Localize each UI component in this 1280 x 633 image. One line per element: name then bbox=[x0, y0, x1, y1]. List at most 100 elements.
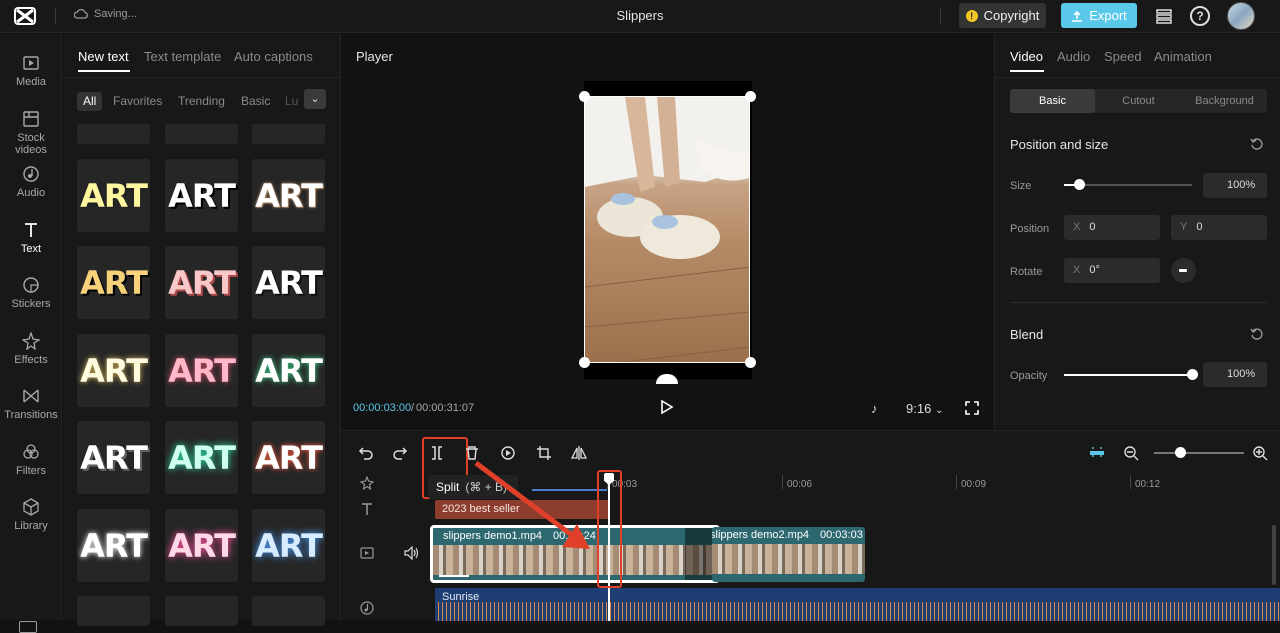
reset-icon[interactable] bbox=[1250, 137, 1264, 151]
size-field[interactable]: 100% bbox=[1203, 173, 1267, 198]
opacity-slider-knob[interactable] bbox=[1187, 369, 1198, 380]
tab-new-text[interactable]: New text bbox=[78, 49, 129, 64]
zoom-in-icon[interactable] bbox=[1252, 445, 1268, 461]
text-card[interactable]: ART bbox=[252, 246, 325, 319]
nav-label: Media bbox=[16, 76, 46, 88]
nav-text[interactable]: Text bbox=[0, 221, 62, 271]
tab-video[interactable]: Video bbox=[1010, 49, 1043, 64]
segment-control: Basic Cutout Background bbox=[1010, 89, 1267, 113]
aspect-ratio-select[interactable]: 9:16 ⌄ bbox=[906, 401, 943, 416]
tab-auto-captions[interactable]: Auto captions bbox=[234, 49, 313, 64]
zoom-out-icon[interactable] bbox=[1123, 445, 1139, 461]
opacity-field[interactable]: 100% bbox=[1203, 362, 1267, 387]
rotate-dial[interactable] bbox=[1171, 258, 1196, 283]
text-card[interactable]: ART bbox=[77, 246, 150, 319]
nav-filters[interactable]: Filters bbox=[0, 443, 62, 493]
tiktok-icon[interactable]: ♪ bbox=[871, 401, 883, 416]
text-card-partial[interactable] bbox=[165, 124, 238, 144]
chevron-down-icon[interactable]: ⌄ bbox=[304, 89, 326, 109]
tab-speed[interactable]: Speed bbox=[1104, 49, 1142, 64]
segment-background[interactable]: Background bbox=[1182, 89, 1267, 113]
chip-favorites[interactable]: Favorites bbox=[113, 92, 162, 111]
volume-icon[interactable] bbox=[404, 546, 420, 560]
rotate-field[interactable]: X 0° bbox=[1064, 258, 1160, 283]
video-frame[interactable] bbox=[584, 96, 750, 363]
export-button[interactable]: Export bbox=[1061, 3, 1137, 28]
text-card-partial[interactable] bbox=[77, 124, 150, 144]
help-icon[interactable]: ? bbox=[1190, 6, 1210, 26]
save-status-text: Saving... bbox=[94, 8, 137, 20]
position-x-field[interactable]: X0 bbox=[1064, 215, 1160, 240]
text-card[interactable]: ART bbox=[77, 159, 150, 232]
text-card-partial[interactable] bbox=[252, 596, 325, 626]
tick-line bbox=[1130, 475, 1131, 489]
divider bbox=[995, 77, 1280, 78]
nav-audio[interactable]: Audio bbox=[0, 165, 62, 215]
zoom-slider-track[interactable] bbox=[1154, 452, 1244, 454]
text-card[interactable]: ART bbox=[77, 334, 150, 407]
nav-media[interactable]: Media bbox=[0, 54, 62, 104]
nav-label: Audio bbox=[16, 187, 46, 199]
chip-basic[interactable]: Basic bbox=[241, 92, 270, 111]
text-card-partial[interactable] bbox=[252, 124, 325, 144]
text-card[interactable]: ART bbox=[165, 334, 238, 407]
fullscreen-icon[interactable] bbox=[965, 401, 979, 415]
resize-handle[interactable] bbox=[579, 91, 590, 102]
capcut-logo[interactable] bbox=[14, 6, 36, 26]
nav-library[interactable]: Library bbox=[0, 498, 62, 548]
resize-handle[interactable] bbox=[745, 357, 756, 368]
split-icon[interactable] bbox=[429, 445, 445, 461]
resize-handle[interactable] bbox=[579, 357, 590, 368]
tab-audio[interactable]: Audio bbox=[1057, 49, 1090, 64]
text-card[interactable]: ART bbox=[252, 421, 325, 494]
text-card[interactable]: ART bbox=[252, 509, 325, 582]
redo-icon[interactable] bbox=[392, 445, 408, 461]
video-clip-2[interactable]: slippers demo2.mp4 00:03:03 bbox=[712, 527, 865, 582]
nav-stickers[interactable]: Stickers bbox=[0, 276, 62, 326]
position-y-field[interactable]: Y0 bbox=[1171, 215, 1267, 240]
rotate-value: 0° bbox=[1089, 264, 1100, 276]
text-card[interactable]: ART bbox=[165, 159, 238, 232]
audio-clip[interactable]: Sunrise bbox=[435, 588, 1280, 621]
layers-icon[interactable] bbox=[1155, 7, 1173, 25]
aspect-ratio-value: 9:16 bbox=[906, 401, 932, 416]
zoom-slider-knob[interactable] bbox=[1175, 447, 1186, 458]
resize-handle[interactable] bbox=[745, 91, 756, 102]
properties-panel: Video Audio Speed Animation Basic Cutout… bbox=[994, 34, 1280, 429]
cloud-sync-icon bbox=[74, 8, 88, 19]
copyright-button[interactable]: ! Copyright bbox=[959, 3, 1046, 28]
rotate-label: Rotate bbox=[1010, 266, 1043, 278]
text-card[interactable]: ART bbox=[165, 246, 238, 319]
segment-basic[interactable]: Basic bbox=[1010, 89, 1095, 113]
nav-stock-videos[interactable]: Stock videos bbox=[0, 110, 62, 160]
text-card-partial[interactable] bbox=[165, 596, 238, 626]
video-track-icon bbox=[360, 547, 374, 559]
tab-text-template[interactable]: Text template bbox=[144, 49, 221, 64]
timeline-scrollbar[interactable] bbox=[1272, 525, 1276, 585]
time-ruler[interactable]: 00:03 00:06 00:09 00:12 bbox=[529, 471, 1280, 491]
nav-effects[interactable]: Effects bbox=[0, 332, 62, 382]
keyboard-icon[interactable] bbox=[19, 621, 37, 633]
play-icon[interactable] bbox=[660, 400, 674, 414]
text-card[interactable]: ART bbox=[252, 159, 325, 232]
text-card[interactable]: ART bbox=[77, 421, 150, 494]
segment-cutout[interactable]: Cutout bbox=[1096, 89, 1181, 113]
text-card[interactable]: ART bbox=[77, 509, 150, 582]
text-card[interactable]: ART bbox=[165, 421, 238, 494]
tab-animation[interactable]: Animation bbox=[1154, 49, 1212, 64]
nav-transitions[interactable]: Transitions bbox=[0, 387, 62, 437]
reset-icon[interactable] bbox=[1250, 327, 1264, 341]
avatar[interactable] bbox=[1227, 2, 1255, 30]
chip-trending[interactable]: Trending bbox=[178, 92, 225, 111]
undo-icon[interactable] bbox=[358, 445, 374, 461]
chip-lu[interactable]: Lu bbox=[285, 92, 298, 111]
text-card[interactable]: ART bbox=[165, 509, 238, 582]
timeline: Split (⌘ + B) 00:03 00:06 00:09 00:12 202… bbox=[342, 430, 1280, 621]
text-card-partial[interactable] bbox=[77, 596, 150, 626]
project-title[interactable]: Slippers bbox=[560, 8, 720, 23]
chip-all[interactable]: All bbox=[77, 92, 103, 111]
text-card[interactable]: ART bbox=[252, 334, 325, 407]
size-slider-knob[interactable] bbox=[1074, 179, 1086, 190]
magnet-icon[interactable] bbox=[1089, 445, 1105, 461]
video-frame-image bbox=[585, 97, 749, 362]
